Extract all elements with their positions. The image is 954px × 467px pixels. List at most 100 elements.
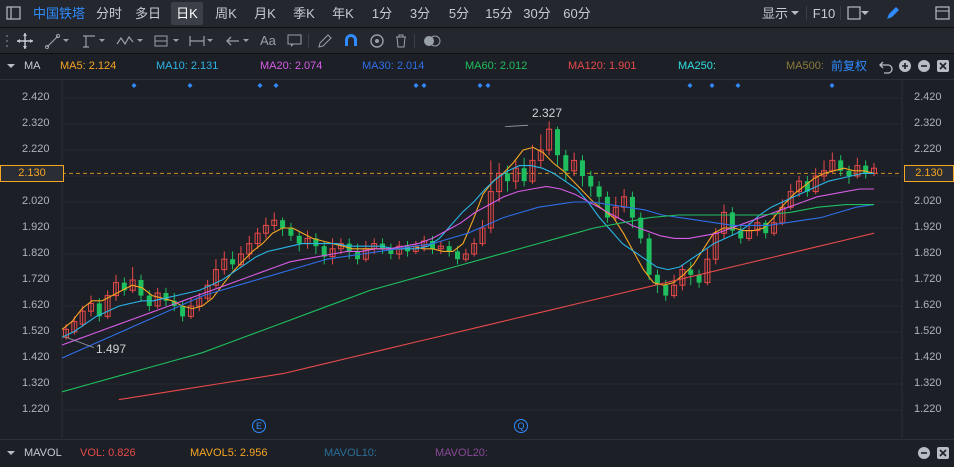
grid-tool-icon[interactable]	[152, 32, 170, 50]
ma20-value: MA20: 2.074	[260, 60, 323, 72]
display-menu[interactable]: 显示	[760, 0, 790, 27]
tab-3min[interactable]: 3分	[406, 0, 434, 27]
trash-icon[interactable]	[392, 32, 410, 50]
event-dot	[273, 83, 279, 88]
event-dot	[477, 83, 483, 88]
ma-title[interactable]: MA	[24, 54, 41, 79]
drawing-toolbar: Aa	[0, 28, 954, 54]
collapse-icon[interactable]	[4, 446, 22, 464]
chevron-down-icon[interactable]	[98, 34, 116, 52]
ma20-line	[61, 185, 874, 346]
collapse-icon[interactable]	[4, 59, 22, 77]
candle-body	[455, 251, 461, 260]
candle-body	[588, 176, 594, 187]
candle-body	[579, 160, 585, 176]
candle-body	[596, 186, 602, 197]
candle-body	[846, 170, 852, 176]
tab-5min[interactable]: 5分	[445, 0, 473, 27]
tab-monthly-k[interactable]: 月K	[249, 0, 281, 27]
candle-body	[288, 228, 294, 236]
minus-icon[interactable]	[916, 445, 934, 463]
eye-icon[interactable]	[368, 32, 386, 50]
high-leader-line	[504, 124, 529, 127]
candle-body	[521, 168, 527, 182]
candlestick-chart[interactable]	[0, 80, 954, 438]
trend-line-icon[interactable]	[44, 32, 62, 50]
undo-icon[interactable]	[878, 58, 896, 76]
current-price-badge-right: 2.130	[904, 165, 954, 183]
tab-30min[interactable]: 30分	[521, 0, 553, 27]
mavol-title[interactable]: MAVOL	[24, 441, 62, 466]
tab-60min[interactable]: 60分	[560, 0, 594, 27]
range-tool-icon[interactable]	[188, 32, 206, 50]
arrow-left-icon[interactable]	[224, 32, 242, 50]
tab-weekly-k[interactable]: 周K	[210, 0, 242, 27]
vol-value: VOL: 0.826	[80, 447, 136, 459]
mavol5-value: MAVOL5: 2.956	[190, 447, 268, 459]
candle-body	[663, 285, 669, 296]
wave-tool-icon[interactable]	[116, 32, 134, 50]
candle-body	[688, 269, 694, 275]
volume-legend-bar: MAVOL VOL: 0.826 MAVOL5: 2.956 MAVOL10: …	[0, 439, 954, 467]
pen-draw-icon[interactable]	[884, 4, 902, 22]
event-marker-q[interactable]: Q	[514, 419, 528, 433]
tab-daily-k[interactable]: 日K	[171, 2, 203, 25]
event-dot	[187, 83, 193, 88]
ma120-value: MA120: 1.901	[568, 60, 637, 72]
candle-body	[504, 173, 510, 182]
magnet-icon[interactable]	[342, 32, 360, 50]
low-price-label: 1.497	[96, 342, 127, 356]
stock-name[interactable]: 中国铁塔	[28, 0, 90, 27]
ma60-value: MA60: 2.012	[465, 60, 528, 72]
tab-yearly-k[interactable]: 年K	[327, 0, 359, 27]
adjust-price-selector[interactable]: 前复权	[831, 54, 867, 79]
event-marker-e[interactable]: E	[252, 419, 266, 433]
tab-multi-day[interactable]: 多日	[131, 0, 165, 27]
mavol20-value: MAVOL20:	[435, 447, 488, 459]
candle-body	[629, 196, 635, 218]
high-price-label: 2.327	[532, 106, 563, 120]
sidebar-toggle-icon[interactable]	[5, 4, 23, 22]
close-icon[interactable]	[935, 445, 953, 463]
mavol10-value: MAVOL10:	[324, 447, 377, 459]
tab-1min[interactable]: 1分	[368, 0, 396, 27]
minus-icon[interactable]	[916, 58, 934, 76]
candle-body	[296, 235, 302, 244]
ma5-line	[61, 146, 875, 330]
event-dot	[829, 83, 835, 88]
candle-body	[696, 274, 702, 283]
ma-legend-bar: MA MA5: 2.124 MA10: 2.131 MA20: 2.074 MA…	[0, 54, 954, 80]
candle-body	[646, 238, 652, 275]
fib-tool-icon[interactable]	[80, 32, 98, 50]
tab-quarterly-k[interactable]: 季K	[288, 0, 320, 27]
event-dot	[131, 83, 137, 88]
close-icon[interactable]	[935, 58, 953, 76]
f10-button[interactable]: F10	[812, 0, 836, 27]
candle-body	[180, 306, 186, 317]
edit-pen-icon[interactable]	[316, 32, 334, 50]
toggle-icon[interactable]	[422, 32, 441, 50]
event-dot	[421, 83, 427, 88]
comment-icon[interactable]	[286, 32, 304, 50]
crosshair-move-icon[interactable]	[16, 32, 34, 50]
chevron-down-icon[interactable]	[62, 34, 80, 52]
ma5-value: MA5: 2.124	[60, 60, 117, 72]
ma250-value: MA250:	[678, 60, 716, 72]
candle-body	[554, 129, 560, 156]
chevron-down-icon[interactable]	[206, 34, 224, 52]
top-bar: 中国铁塔 分时 多日 日K 周K 月K 季K 年K 1分 3分 5分 15分 3…	[0, 0, 954, 28]
window-icon[interactable]	[934, 4, 952, 22]
chevron-down-icon[interactable]	[860, 5, 878, 23]
ma30-value: MA30: 2.014	[362, 60, 425, 72]
event-dot	[687, 83, 693, 88]
tab-15min[interactable]: 15分	[483, 0, 515, 27]
tab-intraday[interactable]: 分时	[92, 0, 126, 27]
text-tool[interactable]: Aa	[260, 32, 276, 50]
add-icon[interactable]	[897, 58, 915, 76]
current-price-badge-left: 2.130	[0, 165, 64, 183]
chevron-down-icon[interactable]	[242, 34, 260, 52]
candle-body	[280, 220, 286, 228]
ma500-value: MA500:	[786, 60, 824, 72]
event-dot	[413, 83, 419, 88]
ma10-value: MA10: 2.131	[156, 60, 219, 72]
